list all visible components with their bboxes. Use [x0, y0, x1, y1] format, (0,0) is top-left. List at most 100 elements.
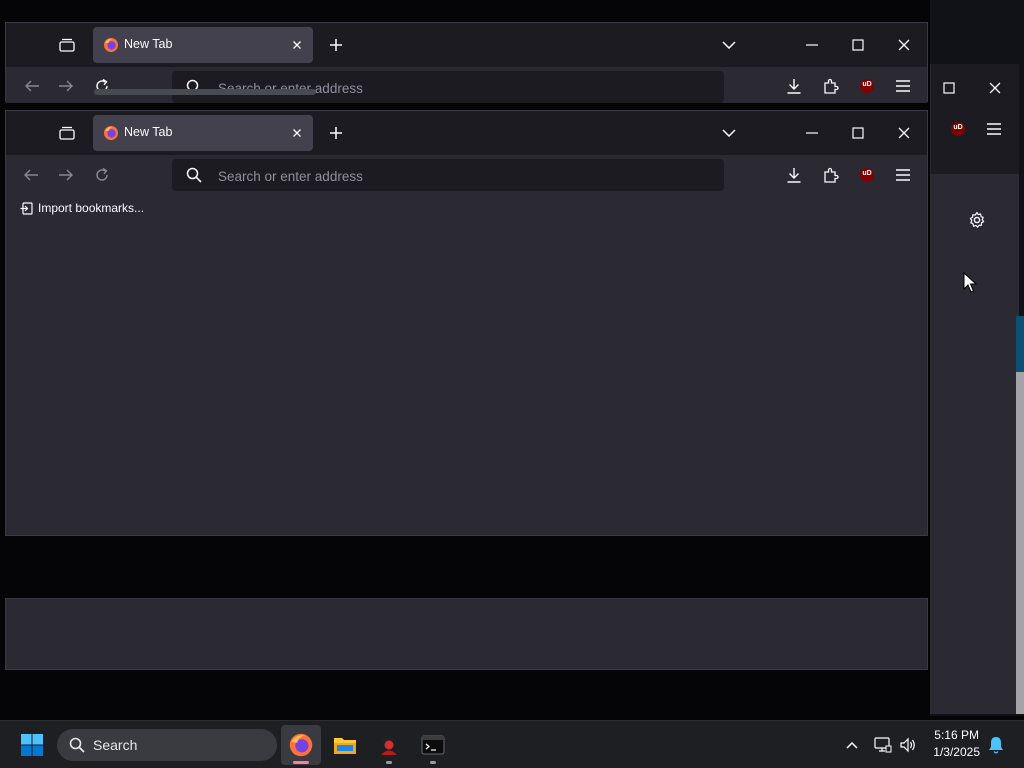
drag-handle[interactable]	[94, 89, 316, 95]
app-menu-button[interactable]	[891, 163, 915, 187]
new-tab-button[interactable]	[324, 33, 348, 57]
spy-icon	[381, 736, 397, 755]
plus-icon	[330, 39, 342, 51]
arrow-right-icon	[59, 80, 73, 92]
firefox-view-button[interactable]	[55, 33, 79, 57]
speaker-icon	[900, 737, 915, 753]
import-bookmarks-button[interactable]: Import bookmarks...	[20, 201, 144, 215]
list-all-tabs-button[interactable]	[717, 121, 741, 145]
plus-icon	[330, 127, 342, 139]
bell-icon	[989, 737, 1003, 754]
close-icon	[898, 127, 910, 139]
ublock-button[interactable]: uD	[855, 74, 879, 98]
back-button[interactable]	[20, 74, 44, 98]
list-all-tabs-button[interactable]	[717, 33, 741, 57]
mouse-cursor-icon	[963, 272, 977, 293]
ublock-button[interactable]: uD	[946, 117, 970, 141]
downloads-button[interactable]	[782, 74, 806, 98]
clock-date: 1/3/2025	[933, 745, 980, 759]
chevron-down-icon	[722, 41, 736, 49]
tab-bar: New Tab	[6, 111, 927, 155]
network-button[interactable]	[871, 733, 895, 757]
minimize-button[interactable]	[800, 33, 824, 57]
volume-button[interactable]	[896, 733, 920, 757]
import-bookmarks-label: Import bookmarks...	[38, 201, 145, 215]
notifications-button[interactable]	[984, 733, 1008, 757]
address-bar[interactable]	[172, 71, 724, 103]
background-titlebar	[931, 64, 1019, 112]
minimize-icon	[806, 44, 818, 46]
taskbar-terminal[interactable]	[413, 725, 453, 765]
maximize-button[interactable]	[846, 121, 870, 145]
close-icon	[898, 39, 910, 51]
firefox-favicon-icon	[104, 126, 118, 140]
import-icon	[20, 201, 33, 215]
firefox-view-button[interactable]	[55, 121, 79, 145]
maximize-icon	[943, 82, 955, 94]
start-button[interactable]	[12, 725, 52, 765]
address-bar[interactable]	[172, 159, 724, 193]
maximize-button[interactable]	[937, 76, 961, 100]
chevron-up-icon	[846, 741, 858, 749]
maximize-button[interactable]	[846, 33, 870, 57]
reload-button[interactable]	[90, 163, 114, 187]
ublock-icon: uD	[951, 122, 965, 136]
close-window-button[interactable]	[983, 76, 1007, 100]
taskbar-file-explorer[interactable]	[325, 725, 365, 765]
extensions-button[interactable]	[819, 74, 843, 98]
download-icon	[787, 79, 801, 94]
address-input[interactable]	[216, 159, 710, 193]
download-icon	[787, 168, 801, 183]
reload-icon	[96, 167, 108, 181]
taskbar-search-label: Search	[93, 737, 138, 753]
taskbar-clock[interactable]: 5:16 PM 1/3/2025	[933, 727, 980, 761]
ublock-icon: uD	[860, 168, 874, 182]
address-input[interactable]	[216, 71, 710, 103]
window-shadow	[5, 536, 928, 596]
newtab-settings-button[interactable]	[965, 208, 989, 232]
forward-button[interactable]	[54, 163, 78, 187]
terminal-icon	[421, 735, 445, 755]
close-tab-icon[interactable]	[289, 37, 305, 53]
close-window-button[interactable]	[892, 33, 916, 57]
tab-new-tab[interactable]: New Tab	[93, 27, 313, 63]
gear-icon	[969, 211, 985, 228]
minimize-icon	[806, 132, 818, 134]
new-tab-button[interactable]	[324, 121, 348, 145]
active-indicator	[293, 761, 309, 764]
browser-window-behind[interactable]: New Tab Search or enter address uD	[5, 22, 928, 103]
firefox-favicon-icon	[104, 38, 118, 52]
chevron-down-icon	[722, 129, 736, 137]
taskbar-search[interactable]: Search	[57, 729, 277, 761]
hamburger-icon	[896, 80, 910, 92]
background-accent-strip	[1016, 316, 1024, 372]
search-icon	[69, 737, 85, 753]
arrow-left-icon	[24, 169, 38, 181]
ublock-icon: uD	[860, 79, 874, 93]
minimize-button[interactable]	[800, 121, 824, 145]
arrow-right-icon	[59, 169, 73, 181]
browser-window[interactable]: New Tab Search or enter address uD Impor…	[5, 110, 928, 536]
taskbar-app-spy[interactable]	[369, 725, 409, 765]
maximize-icon	[852, 39, 864, 51]
app-menu-button[interactable]	[982, 117, 1006, 141]
hamburger-icon	[987, 123, 1001, 135]
downloads-button[interactable]	[782, 163, 806, 187]
close-tab-icon[interactable]	[289, 125, 305, 141]
taskbar-firefox[interactable]	[281, 725, 321, 765]
show-hidden-icons-button[interactable]	[840, 733, 864, 757]
background-content	[931, 174, 1019, 714]
bookmarks-toolbar: Import bookmarks...	[6, 195, 927, 224]
ublock-button[interactable]: uD	[855, 163, 879, 187]
ghost-window-panel	[5, 598, 928, 670]
extensions-button[interactable]	[819, 163, 843, 187]
taskbar: Search 5:16 PM 1/3/2025	[0, 720, 1024, 768]
page-content[interactable]	[6, 223, 927, 535]
back-button[interactable]	[19, 163, 43, 187]
app-menu-button[interactable]	[891, 74, 915, 98]
close-window-button[interactable]	[892, 121, 916, 145]
forward-button[interactable]	[54, 74, 78, 98]
tab-new-tab[interactable]: New Tab	[93, 115, 313, 151]
firefox-view-icon	[59, 38, 75, 52]
network-icon	[874, 737, 892, 753]
